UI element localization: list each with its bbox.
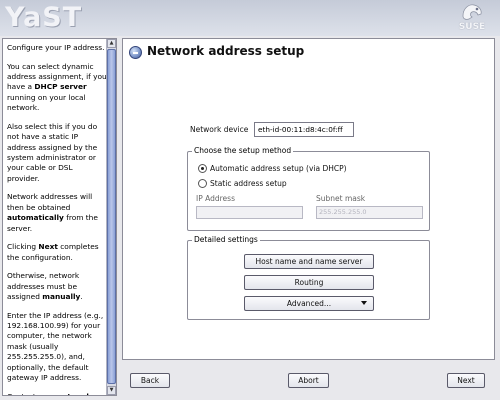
network-icon bbox=[129, 46, 142, 59]
help-pane[interactable]: Configure your IP address. You can select… bbox=[2, 38, 117, 396]
help-paragraph: Configure your IP address. bbox=[7, 43, 107, 53]
setup-method-title: Choose the setup method bbox=[192, 146, 294, 155]
help-paragraph: Also select this if you do not have a st… bbox=[7, 122, 107, 184]
abort-button[interactable]: Abort bbox=[288, 373, 329, 388]
help-text-run: . bbox=[80, 292, 83, 302]
scroll-thumb[interactable] bbox=[107, 49, 116, 384]
help-paragraph: Enter the IP address (e.g., 192.168.100.… bbox=[7, 311, 107, 384]
help-paragraph: Contact your network bbox=[7, 392, 107, 395]
ip-address-label: IP Address bbox=[196, 194, 235, 203]
scroll-up-button[interactable]: ▲ bbox=[107, 39, 116, 48]
main-pane: Network address setup Network device eth… bbox=[122, 38, 495, 360]
help-emphasis: Next bbox=[38, 242, 58, 252]
ip-address-field[interactable] bbox=[196, 206, 303, 219]
suse-logo: SUSE bbox=[458, 3, 486, 33]
help-paragraph: You can select dynamic address assignmen… bbox=[7, 62, 107, 114]
advanced-button[interactable]: Advanced... bbox=[244, 296, 374, 311]
chameleon-icon bbox=[462, 4, 482, 20]
page-title: Network address setup bbox=[147, 44, 305, 58]
routing-button[interactable]: Routing bbox=[244, 275, 374, 290]
next-button[interactable]: Next bbox=[447, 373, 485, 388]
advanced-button-label: Advanced... bbox=[286, 299, 332, 308]
help-text-run: Clicking bbox=[7, 242, 39, 252]
help-scrollbar[interactable]: ▲ ▼ bbox=[106, 39, 116, 395]
automatic-radio-label[interactable]: Automatic address setup (via DHCP) bbox=[210, 164, 347, 173]
automatic-radio[interactable] bbox=[198, 164, 207, 173]
help-paragraph: Otherwise, network addresses must be ass… bbox=[7, 271, 107, 302]
hostname-button[interactable]: Host name and name server bbox=[244, 254, 374, 269]
network-device-label: Network device bbox=[190, 125, 249, 134]
static-radio[interactable] bbox=[198, 179, 207, 188]
help-text-run: Enter the IP address (e.g., 192.168.100.… bbox=[7, 310, 104, 383]
detailed-settings-title: Detailed settings bbox=[192, 235, 260, 244]
setup-method-group: Choose the setup method Automatic addres… bbox=[187, 146, 430, 231]
scroll-down-button[interactable]: ▼ bbox=[107, 386, 116, 395]
help-emphasis: automatically bbox=[7, 213, 64, 223]
detailed-settings-group: Detailed settings Host name and name ser… bbox=[187, 235, 430, 320]
help-emphasis: manually bbox=[42, 292, 81, 302]
help-paragraph: Network addresses will then be obtained … bbox=[7, 192, 107, 234]
static-radio-label[interactable]: Static address setup bbox=[210, 179, 287, 188]
help-text-run: Also select this if you do not have a st… bbox=[7, 121, 98, 183]
help-text-run: Contact your bbox=[7, 392, 57, 395]
help-text-run: Configure your IP address. bbox=[7, 43, 105, 52]
back-button[interactable]: Back bbox=[130, 373, 170, 388]
help-text-run: Network addresses will then be obtained bbox=[7, 192, 93, 212]
help-emphasis: DHCP server bbox=[34, 82, 87, 92]
yast-header: YaST SUSE bbox=[0, 0, 500, 36]
help-text-run: running on your local network. bbox=[7, 92, 86, 113]
help-text: Configure your IP address. You can select… bbox=[7, 43, 107, 395]
yast-logo: YaST bbox=[5, 2, 83, 33]
subnet-mask-label: Subnet mask bbox=[316, 194, 366, 203]
subnet-mask-field[interactable]: 255.255.255.0 bbox=[316, 206, 423, 219]
dropdown-arrow-icon bbox=[361, 301, 367, 305]
network-device-field[interactable]: eth-id-00:11:d8:4c:0f:ff bbox=[254, 122, 354, 137]
help-paragraph: Clicking Next completes the configuratio… bbox=[7, 242, 107, 263]
suse-wordmark: SUSE bbox=[458, 22, 486, 32]
help-emphasis: network bbox=[57, 392, 91, 395]
